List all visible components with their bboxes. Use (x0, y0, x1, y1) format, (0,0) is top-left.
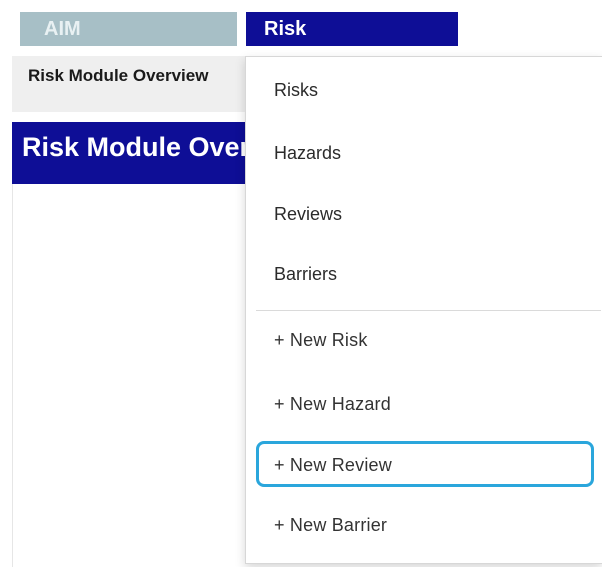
menu-item-new-review[interactable]: + New Review (274, 454, 392, 476)
breadcrumb-text: Risk Module Overview (28, 66, 209, 85)
menu-item-barriers[interactable]: Barriers (274, 263, 337, 285)
tab-risk-label: Risk (264, 17, 307, 40)
menu-item-new-risk[interactable]: + New Risk (274, 329, 368, 351)
menu-item-new-barrier[interactable]: + New Barrier (274, 514, 387, 536)
menu-item-hazards[interactable]: Hazards (274, 142, 341, 164)
menu-item-reviews[interactable]: Reviews (274, 203, 342, 225)
menu-item-new-hazard[interactable]: + New Hazard (274, 393, 391, 415)
menu-divider (256, 310, 601, 311)
tab-risk[interactable]: Risk (246, 12, 458, 46)
menu-item-risks[interactable]: Risks (274, 79, 318, 101)
content-border (12, 184, 13, 567)
tab-aim[interactable]: AIM (20, 12, 237, 46)
tab-aim-label: AIM (44, 17, 81, 40)
risk-dropdown-menu: Risks Hazards Reviews Barriers + New Ris… (245, 56, 602, 564)
